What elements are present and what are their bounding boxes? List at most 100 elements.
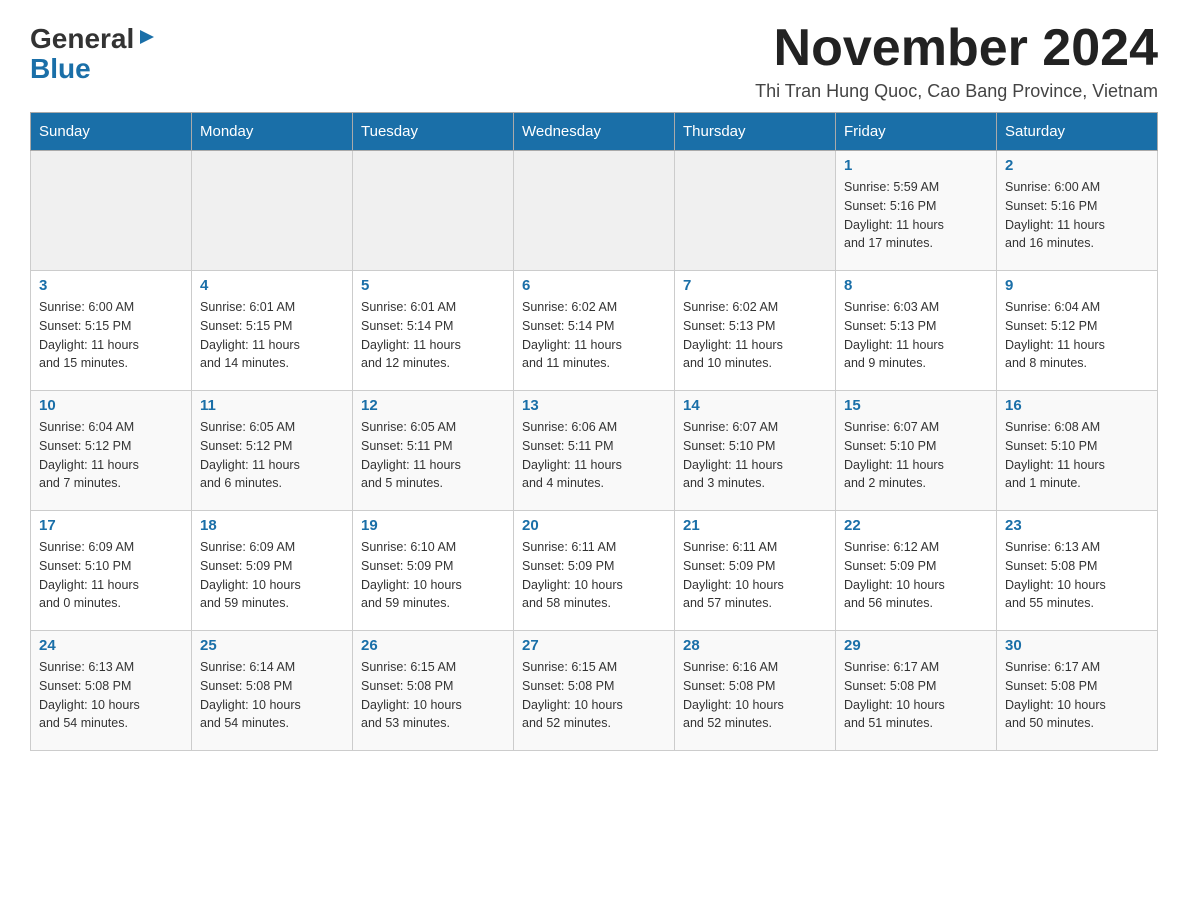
day-info: Sunrise: 6:07 AM Sunset: 5:10 PM Dayligh… xyxy=(844,418,988,493)
page-title: November 2024 xyxy=(755,20,1158,77)
day-cell: 19 Sunrise: 6:10 AM Sunset: 5:09 PM Dayli… xyxy=(353,511,514,631)
day-cell: 11 Sunrise: 6:05 AM Sunset: 5:12 PM Dayli… xyxy=(192,391,353,511)
day-cell: 26 Sunrise: 6:15 AM Sunset: 5:08 PM Dayli… xyxy=(353,631,514,751)
day-cell: 17 Sunrise: 6:09 AM Sunset: 5:10 PM Dayli… xyxy=(31,511,192,631)
day-cell xyxy=(353,151,514,271)
week-row-4: 17 Sunrise: 6:09 AM Sunset: 5:10 PM Dayli… xyxy=(31,511,1158,631)
day-info: Sunrise: 6:14 AM Sunset: 5:08 PM Dayligh… xyxy=(200,658,344,733)
day-info: Sunrise: 6:13 AM Sunset: 5:08 PM Dayligh… xyxy=(39,658,183,733)
day-number: 27 xyxy=(522,637,666,654)
day-info: Sunrise: 6:10 AM Sunset: 5:09 PM Dayligh… xyxy=(361,538,505,613)
day-cell: 10 Sunrise: 6:04 AM Sunset: 5:12 PM Dayli… xyxy=(31,391,192,511)
weekday-sunday: Sunday xyxy=(31,113,192,151)
day-number: 24 xyxy=(39,637,183,654)
day-number: 11 xyxy=(200,397,344,414)
day-cell: 4 Sunrise: 6:01 AM Sunset: 5:15 PM Daylig… xyxy=(192,271,353,391)
day-cell: 13 Sunrise: 6:06 AM Sunset: 5:11 PM Dayli… xyxy=(514,391,675,511)
day-cell xyxy=(192,151,353,271)
day-info: Sunrise: 6:09 AM Sunset: 5:10 PM Dayligh… xyxy=(39,538,183,613)
day-number: 17 xyxy=(39,517,183,534)
day-info: Sunrise: 6:05 AM Sunset: 5:12 PM Dayligh… xyxy=(200,418,344,493)
day-number: 15 xyxy=(844,397,988,414)
day-number: 19 xyxy=(361,517,505,534)
day-info: Sunrise: 6:01 AM Sunset: 5:14 PM Dayligh… xyxy=(361,298,505,373)
logo-general: General xyxy=(30,25,134,53)
day-cell: 21Sunrise: 6:11 AM Sunset: 5:09 PM Dayli… xyxy=(675,511,836,631)
subtitle: Thi Tran Hung Quoc, Cao Bang Province, V… xyxy=(755,81,1158,102)
day-cell: 14Sunrise: 6:07 AM Sunset: 5:10 PM Dayli… xyxy=(675,391,836,511)
week-row-1: 1 Sunrise: 5:59 AM Sunset: 5:16 PM Daylig… xyxy=(31,151,1158,271)
day-number: 9 xyxy=(1005,277,1149,294)
header: General Blue November 2024 Thi Tran Hung… xyxy=(30,20,1158,102)
day-cell: 16 Sunrise: 6:08 AM Sunset: 5:10 PM Dayli… xyxy=(997,391,1158,511)
weekday-wednesday: Wednesday xyxy=(514,113,675,151)
day-cell xyxy=(31,151,192,271)
day-number: 1 xyxy=(844,157,988,174)
week-row-5: 24 Sunrise: 6:13 AM Sunset: 5:08 PM Dayli… xyxy=(31,631,1158,751)
day-cell xyxy=(514,151,675,271)
day-info: Sunrise: 6:17 AM Sunset: 5:08 PM Dayligh… xyxy=(1005,658,1149,733)
day-info: Sunrise: 6:01 AM Sunset: 5:15 PM Dayligh… xyxy=(200,298,344,373)
day-number: 28 xyxy=(683,637,827,654)
weekday-saturday: Saturday xyxy=(997,113,1158,151)
day-number: 16 xyxy=(1005,397,1149,414)
day-info: Sunrise: 6:16 AM Sunset: 5:08 PM Dayligh… xyxy=(683,658,827,733)
day-info: Sunrise: 6:15 AM Sunset: 5:08 PM Dayligh… xyxy=(361,658,505,733)
day-info: Sunrise: 6:08 AM Sunset: 5:10 PM Dayligh… xyxy=(1005,418,1149,493)
day-number: 14 xyxy=(683,397,827,414)
day-cell: 1 Sunrise: 5:59 AM Sunset: 5:16 PM Daylig… xyxy=(836,151,997,271)
day-info: Sunrise: 6:06 AM Sunset: 5:11 PM Dayligh… xyxy=(522,418,666,493)
weekday-thursday: Thursday xyxy=(675,113,836,151)
day-number: 10 xyxy=(39,397,183,414)
day-cell: 22Sunrise: 6:12 AM Sunset: 5:09 PM Dayli… xyxy=(836,511,997,631)
day-number: 12 xyxy=(361,397,505,414)
day-number: 7 xyxy=(683,277,827,294)
day-cell xyxy=(675,151,836,271)
week-row-2: 3 Sunrise: 6:00 AM Sunset: 5:15 PM Daylig… xyxy=(31,271,1158,391)
weekday-header-row: SundayMondayTuesdayWednesdayThursdayFrid… xyxy=(31,113,1158,151)
week-row-3: 10 Sunrise: 6:04 AM Sunset: 5:12 PM Dayli… xyxy=(31,391,1158,511)
day-cell: 23 Sunrise: 6:13 AM Sunset: 5:08 PM Dayli… xyxy=(997,511,1158,631)
day-info: Sunrise: 6:00 AM Sunset: 5:15 PM Dayligh… xyxy=(39,298,183,373)
day-info: Sunrise: 5:59 AM Sunset: 5:16 PM Dayligh… xyxy=(844,178,988,253)
day-number: 26 xyxy=(361,637,505,654)
day-cell: 9 Sunrise: 6:04 AM Sunset: 5:12 PM Daylig… xyxy=(997,271,1158,391)
day-number: 30 xyxy=(1005,637,1149,654)
day-number: 18 xyxy=(200,517,344,534)
day-info: Sunrise: 6:13 AM Sunset: 5:08 PM Dayligh… xyxy=(1005,538,1149,613)
day-info: Sunrise: 6:09 AM Sunset: 5:09 PM Dayligh… xyxy=(200,538,344,613)
day-number: 25 xyxy=(200,637,344,654)
weekday-monday: Monday xyxy=(192,113,353,151)
day-cell: 12 Sunrise: 6:05 AM Sunset: 5:11 PM Dayli… xyxy=(353,391,514,511)
calendar: SundayMondayTuesdayWednesdayThursdayFrid… xyxy=(30,112,1158,751)
logo-blue: Blue xyxy=(30,53,91,85)
day-info: Sunrise: 6:02 AM Sunset: 5:14 PM Dayligh… xyxy=(522,298,666,373)
day-number: 21 xyxy=(683,517,827,534)
day-info: Sunrise: 6:04 AM Sunset: 5:12 PM Dayligh… xyxy=(1005,298,1149,373)
day-number: 2 xyxy=(1005,157,1149,174)
day-number: 4 xyxy=(200,277,344,294)
day-cell: 7 Sunrise: 6:02 AM Sunset: 5:13 PM Daylig… xyxy=(675,271,836,391)
logo: General Blue xyxy=(30,20,158,85)
day-info: Sunrise: 6:11 AM Sunset: 5:09 PM Dayligh… xyxy=(522,538,666,613)
day-number: 23 xyxy=(1005,517,1149,534)
day-info: Sunrise: 6:04 AM Sunset: 5:12 PM Dayligh… xyxy=(39,418,183,493)
day-number: 29 xyxy=(844,637,988,654)
day-cell: 6Sunrise: 6:02 AM Sunset: 5:14 PM Daylig… xyxy=(514,271,675,391)
day-cell: 25 Sunrise: 6:14 AM Sunset: 5:08 PM Dayli… xyxy=(192,631,353,751)
day-number: 20 xyxy=(522,517,666,534)
day-number: 5 xyxy=(361,277,505,294)
day-info: Sunrise: 6:05 AM Sunset: 5:11 PM Dayligh… xyxy=(361,418,505,493)
logo-triangle-icon xyxy=(136,26,158,48)
day-cell: 30 Sunrise: 6:17 AM Sunset: 5:08 PM Dayli… xyxy=(997,631,1158,751)
day-number: 13 xyxy=(522,397,666,414)
day-number: 3 xyxy=(39,277,183,294)
day-info: Sunrise: 6:15 AM Sunset: 5:08 PM Dayligh… xyxy=(522,658,666,733)
day-cell: 5 Sunrise: 6:01 AM Sunset: 5:14 PM Daylig… xyxy=(353,271,514,391)
day-info: Sunrise: 6:02 AM Sunset: 5:13 PM Dayligh… xyxy=(683,298,827,373)
day-cell: 28 Sunrise: 6:16 AM Sunset: 5:08 PM Dayli… xyxy=(675,631,836,751)
day-cell: 15 Sunrise: 6:07 AM Sunset: 5:10 PM Dayli… xyxy=(836,391,997,511)
day-cell: 3 Sunrise: 6:00 AM Sunset: 5:15 PM Daylig… xyxy=(31,271,192,391)
day-info: Sunrise: 6:00 AM Sunset: 5:16 PM Dayligh… xyxy=(1005,178,1149,253)
day-cell: 20 Sunrise: 6:11 AM Sunset: 5:09 PM Dayli… xyxy=(514,511,675,631)
